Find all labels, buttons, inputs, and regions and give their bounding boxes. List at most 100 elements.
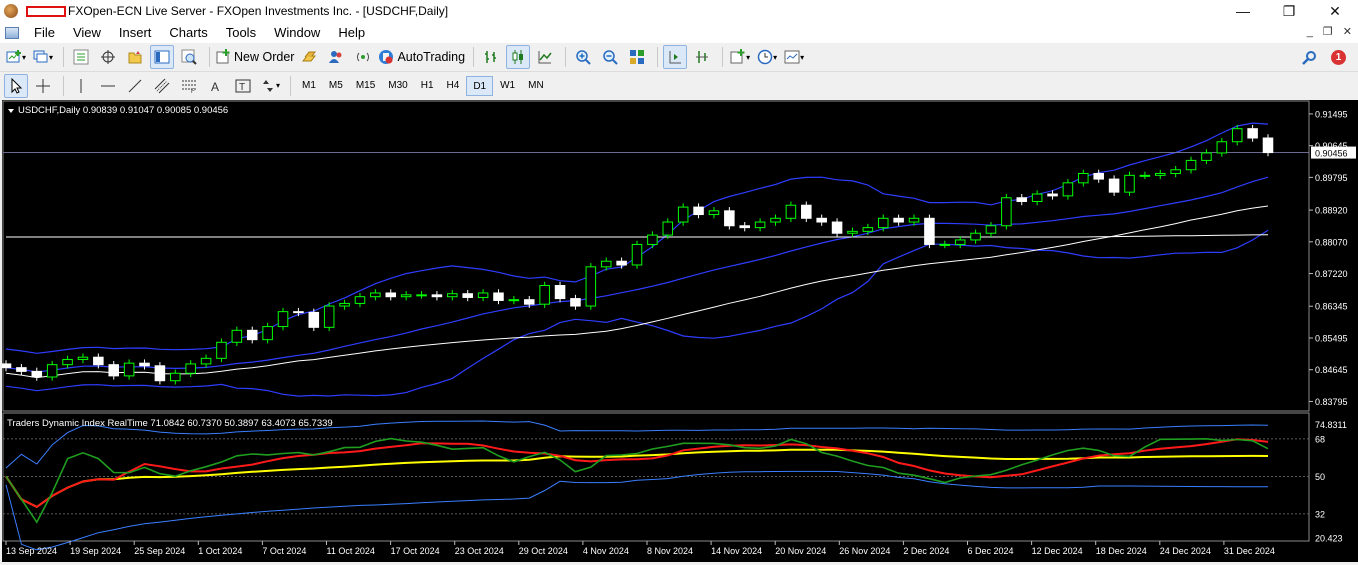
menu-file[interactable]: File bbox=[25, 22, 64, 43]
candle-body bbox=[323, 305, 335, 328]
horizontal-line-button[interactable] bbox=[96, 74, 120, 98]
redacted-account bbox=[26, 5, 66, 17]
indicators-button[interactable]: ▾ bbox=[728, 45, 752, 69]
cursor-button[interactable] bbox=[4, 73, 28, 98]
profiles-button[interactable]: ▾ bbox=[31, 45, 55, 69]
line-chart-icon bbox=[538, 51, 552, 64]
document-icon[interactable] bbox=[5, 26, 19, 39]
navigator-button[interactable] bbox=[123, 45, 147, 69]
zoom-in-button[interactable] bbox=[571, 45, 595, 69]
community-button[interactable] bbox=[324, 45, 348, 69]
separator bbox=[473, 47, 475, 67]
chart-window[interactable]: 0.91495 0.90645 0.89795 0.88920 0.88070 0.872… bbox=[0, 100, 1358, 562]
templates-button[interactable]: ▾ bbox=[782, 45, 806, 69]
date-axis-label: 26 Nov 2024 bbox=[839, 546, 890, 556]
candle-body bbox=[154, 365, 166, 382]
candle-body bbox=[831, 221, 843, 234]
app-icon bbox=[4, 4, 18, 18]
candle-body bbox=[693, 206, 704, 216]
cursor-icon bbox=[11, 77, 23, 94]
market-watch-icon bbox=[73, 49, 89, 65]
menu-tools[interactable]: Tools bbox=[217, 22, 265, 43]
separator bbox=[657, 47, 659, 67]
separator bbox=[63, 75, 64, 96]
separator bbox=[565, 47, 567, 67]
indicator-axis-label: 50 bbox=[1315, 472, 1325, 482]
menu-charts[interactable]: Charts bbox=[160, 22, 216, 43]
search-icon[interactable] bbox=[1301, 50, 1317, 66]
candle-body bbox=[1201, 152, 1212, 161]
date-axis-label: 14 Nov 2024 bbox=[711, 546, 762, 556]
timeframe-h4[interactable]: H4 bbox=[441, 76, 466, 96]
text-label-icon: T bbox=[235, 79, 251, 93]
indicator-axis-label: 20.423 bbox=[1315, 534, 1343, 544]
auto-scroll-button[interactable] bbox=[663, 45, 688, 69]
equidistant-channel-button[interactable] bbox=[150, 74, 174, 98]
line-chart-button[interactable] bbox=[533, 45, 557, 69]
signals-button[interactable] bbox=[351, 45, 375, 69]
candle-body bbox=[939, 243, 951, 246]
indicator-axis-label: 32 bbox=[1315, 509, 1325, 519]
new-chart-button[interactable]: ▾ bbox=[4, 45, 28, 69]
bar-chart-button[interactable] bbox=[479, 45, 503, 69]
candle-body bbox=[477, 292, 489, 298]
vertical-line-button[interactable] bbox=[69, 74, 93, 98]
timeframe-d1[interactable]: D1 bbox=[466, 75, 494, 96]
candle-body bbox=[447, 293, 458, 298]
candle-body bbox=[539, 285, 550, 305]
mdi-minimize-button[interactable]: _ bbox=[1307, 22, 1313, 43]
date-axis-label: 13 Sep 2024 bbox=[6, 546, 57, 556]
timeframe-m15[interactable]: M15 bbox=[350, 76, 381, 96]
price-axis-label: 0.88920 bbox=[1315, 206, 1348, 216]
autotrading-button[interactable]: AutoTrading bbox=[378, 45, 465, 69]
date-axis-label: 19 Sep 2024 bbox=[70, 546, 121, 556]
candle-body bbox=[262, 326, 273, 341]
date-axis-label: 18 Dec 2024 bbox=[1096, 546, 1147, 556]
timeframe-m1[interactable]: M1 bbox=[296, 76, 322, 96]
mdi-close-button[interactable]: ✕ bbox=[1343, 22, 1352, 43]
candle-body bbox=[847, 230, 858, 234]
maximize-button[interactable]: ❐ bbox=[1266, 0, 1312, 22]
menu-window[interactable]: Window bbox=[265, 22, 329, 43]
candle-body bbox=[877, 217, 889, 229]
history-center-button[interactable] bbox=[297, 45, 321, 69]
candle-body bbox=[1216, 141, 1228, 154]
timeframe-m5[interactable]: M5 bbox=[323, 76, 349, 96]
arrows-button[interactable]: ▾ bbox=[258, 74, 282, 98]
candle-body bbox=[1078, 172, 1089, 184]
new-order-button[interactable]: New Order bbox=[215, 45, 294, 69]
notification-badge[interactable]: 1 bbox=[1331, 50, 1346, 65]
timeframe-w1[interactable]: W1 bbox=[494, 76, 521, 96]
market-watch-button[interactable] bbox=[69, 45, 93, 69]
drawing-toolbar: F A T ▾ M1 M5 M15 M30 H1 H4 D1 W1 MN bbox=[0, 72, 1358, 99]
strategy-tester-button[interactable] bbox=[177, 45, 201, 69]
candle-body bbox=[954, 239, 966, 245]
periods-button[interactable]: ▾ bbox=[755, 45, 779, 69]
timeframe-m30[interactable]: M30 bbox=[382, 76, 413, 96]
tile-windows-button[interactable] bbox=[625, 45, 649, 69]
candlestick-button[interactable] bbox=[506, 45, 531, 69]
fibonacci-icon: F bbox=[182, 80, 196, 94]
menu-insert[interactable]: Insert bbox=[110, 22, 161, 43]
fibonacci-button[interactable]: F bbox=[177, 74, 201, 98]
minimize-button[interactable]: — bbox=[1220, 0, 1266, 22]
crosshair-button[interactable] bbox=[31, 74, 55, 98]
zoom-out-button[interactable] bbox=[598, 45, 622, 69]
trendline-button[interactable] bbox=[123, 74, 147, 98]
menu-view[interactable]: View bbox=[64, 22, 110, 43]
text-button[interactable]: A bbox=[204, 74, 228, 98]
chart-shift-button[interactable] bbox=[690, 45, 714, 69]
candle-body bbox=[108, 364, 120, 377]
price-chart[interactable]: 0.914950.906450.897950.889200.880700.872… bbox=[0, 100, 1358, 562]
text-label-button[interactable]: T bbox=[231, 74, 255, 98]
candle-body bbox=[1062, 182, 1074, 197]
close-button[interactable]: ✕ bbox=[1312, 0, 1358, 22]
menu-help[interactable]: Help bbox=[329, 22, 374, 43]
svg-text:A: A bbox=[211, 80, 219, 94]
price-axis-label: 0.87220 bbox=[1315, 269, 1348, 279]
terminal-button[interactable] bbox=[150, 45, 174, 69]
timeframe-mn[interactable]: MN bbox=[522, 76, 550, 96]
mdi-restore-button[interactable]: ❐ bbox=[1323, 22, 1333, 43]
timeframe-h1[interactable]: H1 bbox=[415, 76, 440, 96]
data-window-button[interactable] bbox=[96, 45, 120, 69]
